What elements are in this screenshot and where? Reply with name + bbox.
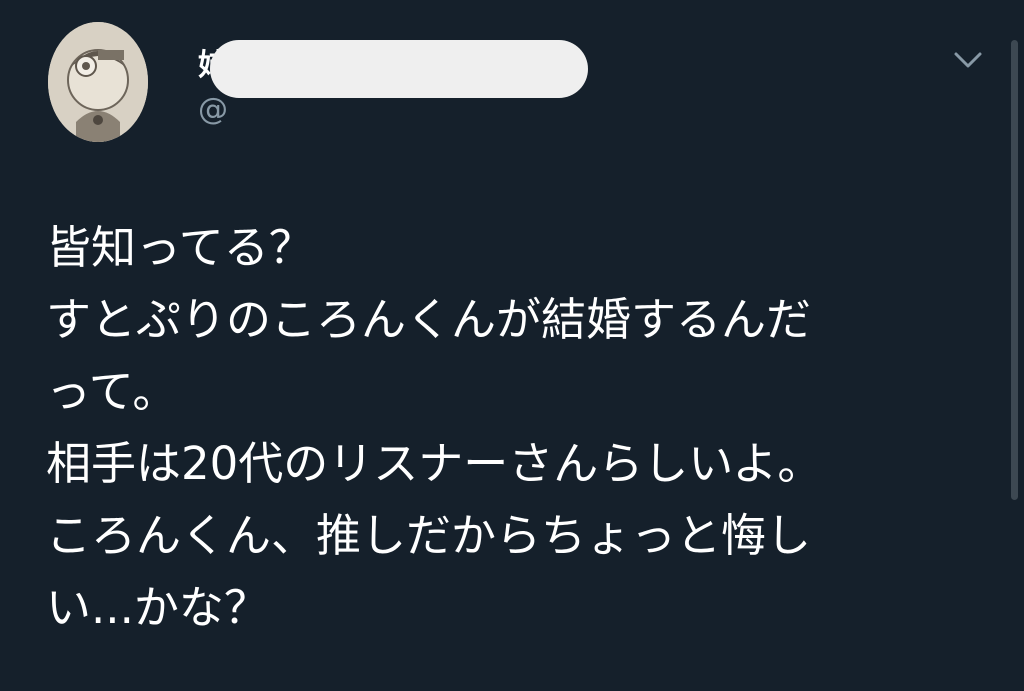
redaction-mask [210,40,588,98]
chevron-down-icon[interactable] [950,42,986,78]
tweet-text-line: って。 [46,365,178,418]
tweet-text-line: すとぷりのころんくんが結婚するんだ [46,293,812,346]
scrollbar[interactable] [1011,40,1018,500]
tweet-text-line: い...かな？ [46,581,269,634]
tweet-text-line: 皆知ってる？ [46,221,314,274]
avatar-image [48,22,148,142]
tweet-text-line: ころんくん、推しだからちょっと悔し [46,509,812,562]
avatar[interactable] [48,22,148,142]
tweet-card: 姉 @ 皆知ってる？ すとぷりのころんくんが結婚するんだ って。 相手は20代の… [0,0,1024,691]
tweet-text-line: 相手は20代のリスナーさんらしいよ。 [46,437,823,490]
tweet-text: 皆知ってる？ すとぷりのころんくんが結婚するんだ って。 相手は20代のリスナー… [46,212,986,644]
